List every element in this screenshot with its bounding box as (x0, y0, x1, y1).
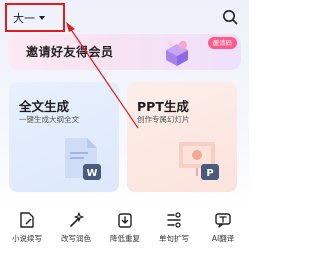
tool-label: 改写润色 (61, 234, 91, 243)
ppt-slide-icon: P (179, 142, 219, 180)
invite-code-badge[interactable]: 邀请码 (207, 37, 237, 49)
grade-dropdown-value: 大一 (13, 11, 35, 25)
home-screen: 大一 邀请好友得会员 邀请码 全文生成 一键生成大纲全文 W PPT生成 创作专… (0, 0, 249, 261)
full-text-generate-card[interactable]: 全文生成 一键生成大纲全文 W (9, 82, 119, 192)
tool-reduce-duplication[interactable]: 降低重复 (101, 203, 149, 253)
stack-doc-icon (118, 213, 132, 228)
caret-down-icon (39, 16, 45, 20)
card-title: 全文生成 (19, 99, 70, 114)
grade-dropdown[interactable]: 大一 (5, 3, 65, 32)
tool-label: 小说续写 (12, 234, 42, 243)
gift-box-icon (166, 41, 188, 66)
pen-doc-icon (20, 212, 34, 228)
tool-rewrite-polish[interactable]: 改写润色 (52, 203, 100, 253)
tool-row: 小说续写 改写润色 降低重复 单句扩写 AI翻译 (0, 203, 249, 253)
tool-label: AI翻译 (211, 234, 235, 243)
ppt-generate-card[interactable]: PPT生成 创作专属幻灯片 P (127, 82, 237, 192)
invite-banner[interactable]: 邀请好友得会员 邀请码 (8, 34, 241, 70)
tool-sentence-expand[interactable]: 单句扩写 (150, 203, 198, 253)
svg-text:P: P (206, 168, 213, 179)
banner-title: 邀请好友得会员 (26, 45, 114, 59)
card-subtitle: 一键生成大纲全文 (19, 115, 79, 124)
svg-text:W: W (86, 168, 97, 179)
expand-lines-icon (167, 212, 181, 228)
magic-wand-icon (70, 212, 84, 227)
card-subtitle: 创作专属幻灯片 (137, 115, 190, 124)
search-icon[interactable] (222, 9, 238, 25)
translate-icon (215, 213, 231, 228)
tool-novel-continue[interactable]: 小说续写 (3, 203, 51, 253)
word-document-icon: W (65, 138, 101, 180)
card-title: PPT生成 (137, 99, 189, 114)
tool-label: 降低重复 (110, 234, 140, 243)
tool-ai-translate[interactable]: AI翻译 (199, 203, 247, 253)
tool-label: 单句扩写 (159, 234, 189, 243)
